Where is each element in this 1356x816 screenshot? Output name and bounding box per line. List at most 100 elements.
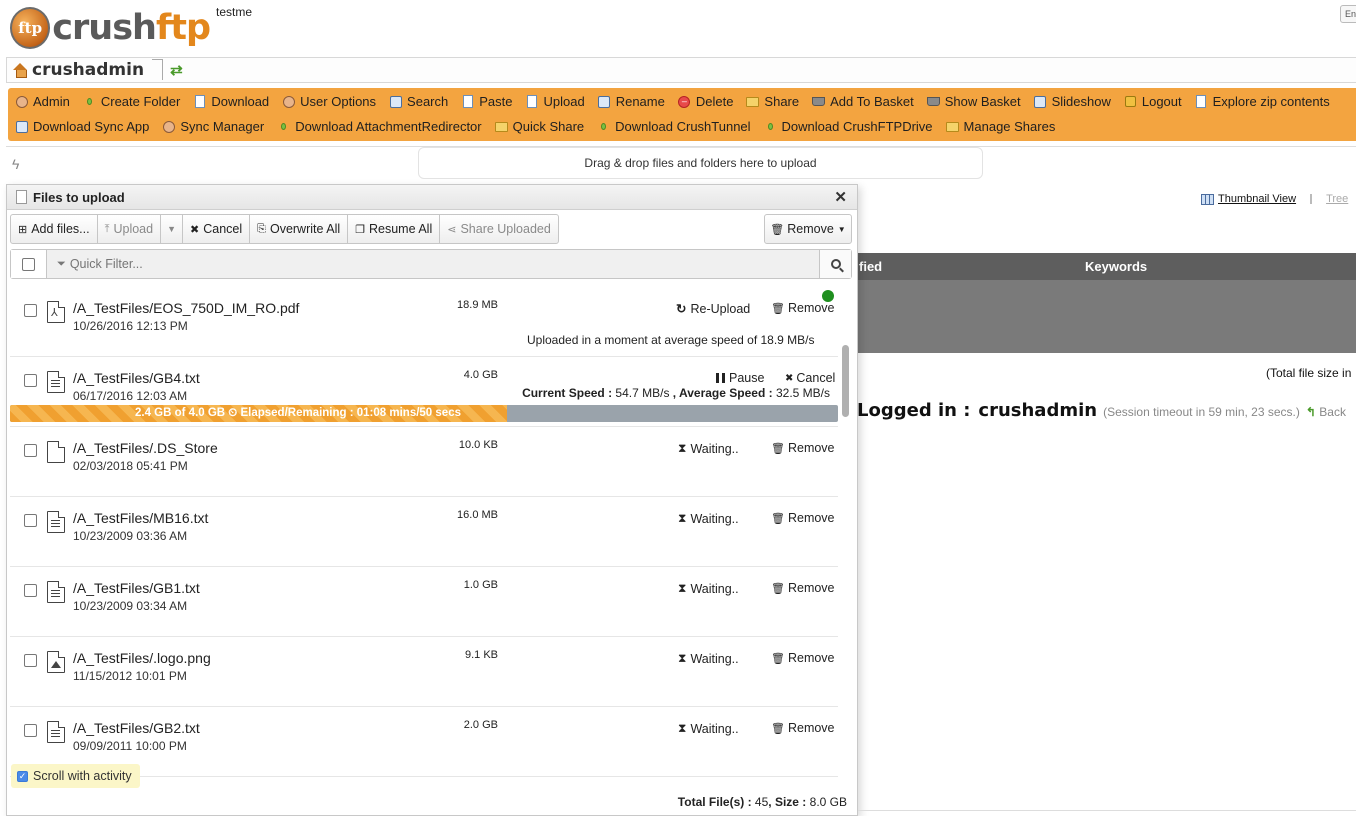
bullet-icon — [277, 120, 290, 133]
slideshow-button[interactable]: Slideshow — [1027, 91, 1117, 113]
lightning-icon[interactable]: ϟ — [12, 156, 19, 172]
zip-icon — [1195, 95, 1208, 108]
tree-view-link[interactable]: Tree — [1310, 193, 1348, 205]
select-all-checkbox[interactable] — [11, 250, 47, 278]
language-select[interactable]: En — [1340, 5, 1356, 23]
manage-shares-button[interactable]: Manage Shares — [939, 116, 1062, 138]
close-icon[interactable]: ✕ — [834, 188, 847, 206]
remove-file-button[interactable]: 🗑 Remove — [771, 441, 835, 455]
file-size: 16.0 MB — [457, 509, 498, 521]
checkbox-checked-icon: ✓ — [17, 770, 28, 782]
column-keywords[interactable]: Keywords — [1085, 259, 1147, 274]
file-checkbox[interactable] — [24, 374, 37, 387]
paste-icon — [461, 95, 474, 108]
back-link[interactable]: ↰ Back — [1306, 405, 1346, 419]
file-checkbox[interactable] — [24, 584, 37, 597]
download-crushtunnel-button[interactable]: Download CrushTunnel — [590, 116, 756, 138]
cancel-file-button[interactable]: ✖ Cancel — [785, 371, 835, 385]
admin-button[interactable]: Admin — [8, 91, 76, 113]
delete-button[interactable]: – Delete — [671, 91, 740, 113]
hourglass-icon: ⧗ — [678, 511, 687, 525]
home-icon — [13, 63, 28, 78]
remove-file-button[interactable]: 🗑 Remove — [771, 721, 835, 735]
hourglass-icon: ⧗ — [678, 441, 687, 455]
text-file-icon — [47, 721, 65, 743]
site-name: testme — [216, 5, 253, 19]
resume-all-button[interactable]: ❐ Resume All — [348, 215, 441, 243]
filter-icon: ⏷ — [57, 257, 66, 270]
file-checkbox[interactable] — [24, 304, 37, 317]
search-icon — [830, 259, 841, 269]
download-attachment-redirector-button[interactable]: Download AttachmentRedirector — [270, 116, 487, 138]
file-name: /A_TestFiles/GB1.txt — [73, 580, 200, 596]
sync-manager-button[interactable]: Sync Manager — [155, 116, 270, 138]
file-checkbox[interactable] — [24, 514, 37, 527]
upload-start-button[interactable]: ⤒ Upload — [98, 215, 162, 243]
download-crushftpdrive-button[interactable]: Download CrushFTPDrive — [757, 116, 939, 138]
file-checkbox[interactable] — [24, 654, 37, 667]
trash-icon: 🗑 — [771, 722, 785, 735]
upload-dropzone[interactable]: Drag & drop files and folders here to up… — [418, 147, 983, 179]
share-button[interactable]: Share — [739, 91, 805, 113]
transfer-speed: Current Speed : 54.7 MB/s , Average Spee… — [522, 386, 830, 400]
share-uploaded-button[interactable]: ⋖ Share Uploaded — [440, 215, 558, 243]
file-checkbox[interactable] — [24, 724, 37, 737]
remove-menu-button[interactable]: 🗑 Remove ▼ — [764, 214, 852, 244]
trash-icon: 🗑 — [771, 512, 785, 525]
file-table-header: fied Keywords — [857, 253, 1356, 280]
show-basket-button[interactable]: Show Basket — [920, 91, 1027, 113]
add-files-button[interactable]: ⊞ Add files... — [11, 215, 98, 243]
file-name: /A_TestFiles/GB2.txt — [73, 720, 200, 736]
file-date: 09/09/2011 10:00 PM — [73, 739, 187, 753]
upload-button[interactable]: Upload — [519, 91, 591, 113]
user-options-button[interactable]: User Options — [275, 91, 382, 113]
column-modified[interactable]: fied — [859, 259, 882, 274]
file-row: /A_TestFiles/EOS_750D_IM_RO.pdf 10/26/20… — [10, 287, 838, 357]
remove-file-button[interactable]: 🗑 Remove — [771, 301, 835, 315]
search-button[interactable]: Search — [382, 91, 454, 113]
quick-filter-input[interactable] — [67, 256, 768, 272]
scrollbar-thumb[interactable] — [842, 345, 849, 417]
crushftp-logo: ftp crushftp — [10, 5, 211, 51]
file-date: 02/03/2018 05:41 PM — [73, 459, 188, 473]
overwrite-all-button[interactable]: ⎘ Overwrite All — [250, 215, 349, 243]
file-size: 2.0 GB — [463, 719, 498, 731]
logout-button[interactable]: Logout — [1117, 91, 1188, 113]
hourglass-icon: ⧗ — [678, 581, 687, 595]
file-table-body — [857, 280, 1356, 353]
re-upload-button[interactable]: ↻ Re-Upload — [676, 301, 750, 317]
file-name: /A_TestFiles/EOS_750D_IM_RO.pdf — [73, 300, 300, 316]
breadcrumb-root[interactable]: crushadmin — [7, 58, 144, 82]
filter-search-button[interactable] — [819, 250, 851, 278]
thumbnail-view-link[interactable]: Thumbnail View — [1201, 193, 1296, 205]
add-to-basket-button[interactable]: Add To Basket — [805, 91, 920, 113]
create-folder-button[interactable]: Create Folder — [76, 91, 186, 113]
download-sync-app-button[interactable]: Download Sync App — [8, 116, 155, 138]
image-file-icon — [47, 651, 65, 673]
download-button[interactable]: Download — [186, 91, 275, 113]
remove-file-button[interactable]: 🗑 Remove — [771, 511, 835, 525]
cancel-all-button[interactable]: ✖ Cancel — [183, 215, 251, 243]
files-document-icon — [16, 190, 27, 204]
upload-options-dropdown[interactable]: ▼ — [161, 215, 184, 243]
remove-file-button[interactable]: 🗑 Remove — [771, 581, 835, 595]
refresh-icon[interactable]: ⇄ — [170, 61, 183, 79]
admin-user-icon — [15, 95, 28, 108]
quick-share-button[interactable]: Quick Share — [488, 116, 591, 138]
scroll-with-activity-toggle[interactable]: ✓ Scroll with activity — [11, 764, 140, 788]
file-size: 4.0 GB — [463, 369, 498, 381]
paste-button[interactable]: Paste — [454, 91, 518, 113]
file-checkbox[interactable] — [24, 444, 37, 457]
file-row: /A_TestFiles/GB1.txt 10/23/2009 03:34 AM… — [10, 567, 838, 637]
file-row: /A_TestFiles/MB16.txt 10/23/2009 03:36 A… — [10, 497, 838, 567]
logged-in-label: Logged in : — [857, 400, 971, 421]
breadcrumb-root-label: crushadmin — [32, 60, 145, 80]
file-list-scrollbar[interactable] — [841, 287, 851, 787]
upload-complete-message: Uploaded in a moment at average speed of… — [527, 333, 815, 347]
manage-shares-icon — [945, 120, 959, 133]
text-file-icon — [47, 511, 65, 533]
rename-button[interactable]: Rename — [591, 91, 671, 113]
remove-file-button[interactable]: 🗑 Remove — [771, 651, 835, 665]
explore-zip-button[interactable]: Explore zip contents — [1188, 91, 1336, 113]
pause-button[interactable]: Pause — [716, 371, 764, 385]
